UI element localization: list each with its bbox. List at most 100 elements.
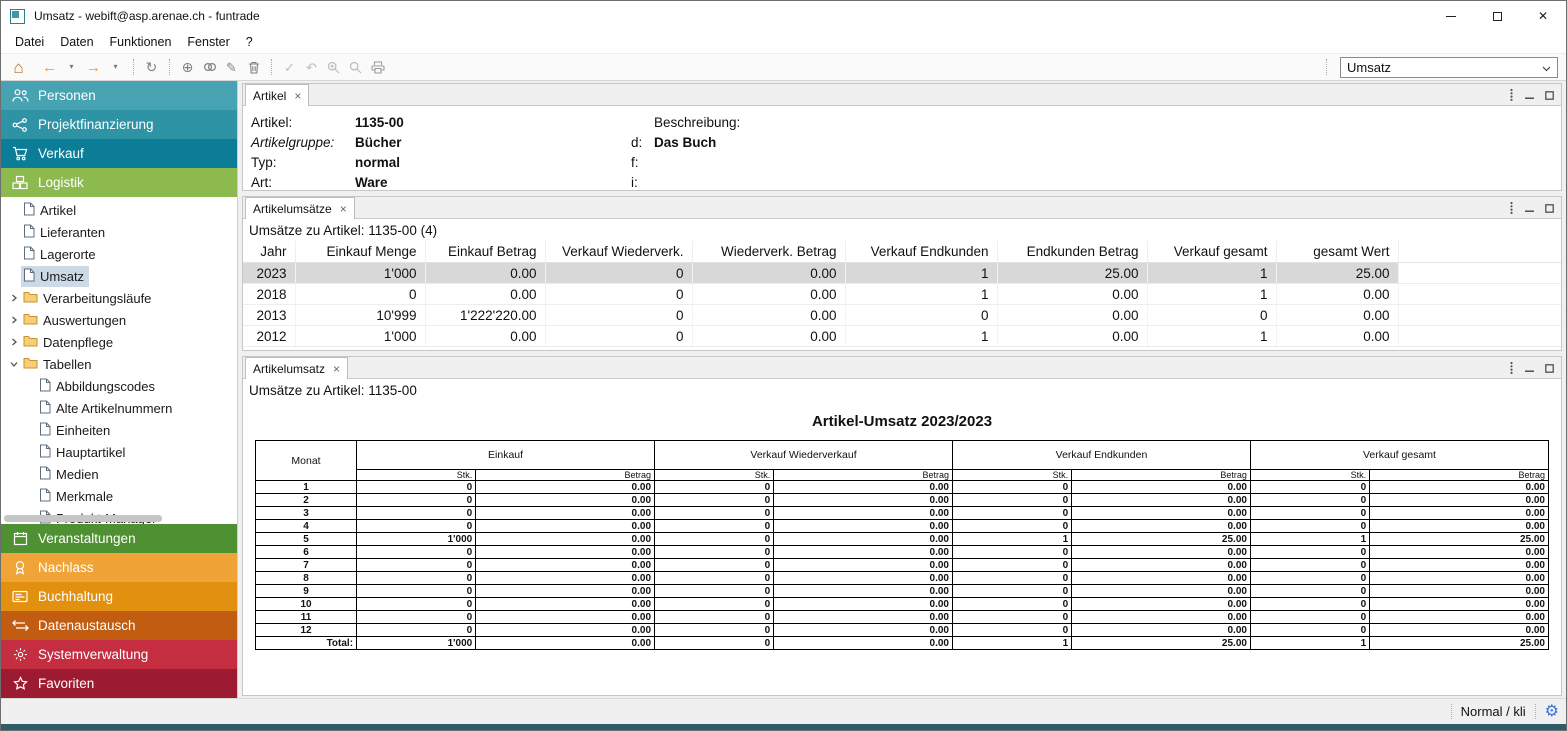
column-header-einkauf-betrag[interactable]: Einkauf Betrag — [425, 241, 545, 263]
report-cell: 0 — [655, 572, 774, 585]
sidebar-section-personen[interactable]: Personen — [1, 81, 237, 110]
sidebar-section-datenaustausch[interactable]: Datenaustausch — [1, 611, 237, 640]
settings-gear-icon[interactable]: ⚙ — [1545, 704, 1559, 720]
tree-item-hauptartikel[interactable]: Hauptartikel — [1, 441, 237, 463]
report-cell: 0 — [952, 546, 1071, 559]
panel-maximize-icon[interactable] — [1545, 204, 1554, 213]
menu-daten[interactable]: Daten — [52, 35, 101, 49]
column-header-verkauf-endkunden[interactable]: Verkauf Endkunden — [845, 241, 997, 263]
tree-item-umsatz[interactable]: Umsatz — [1, 265, 237, 287]
sidebar-section-nachlass[interactable]: Nachlass — [1, 553, 237, 582]
table-row[interactable]: 20231'0000.0000.00125.00125.00 — [243, 263, 1561, 284]
chevron-right-icon[interactable] — [6, 338, 21, 346]
chevron-right-icon[interactable] — [6, 294, 21, 302]
tree-item-merkmale[interactable]: Merkmale — [1, 485, 237, 507]
column-header-endkunden-betrag[interactable]: Endkunden Betrag — [997, 241, 1147, 263]
column-header-einkauf-menge[interactable]: Einkauf Menge — [295, 241, 425, 263]
panel-minimize-icon[interactable] — [1525, 364, 1534, 373]
menu-help[interactable]: ? — [238, 35, 261, 49]
search-icon[interactable] — [346, 57, 365, 77]
menu-fenster[interactable]: Fenster — [179, 35, 237, 49]
sidebar-section-label: Personen — [38, 88, 96, 103]
tree-item-auswertungen[interactable]: Auswertungen — [1, 309, 237, 331]
back-icon[interactable]: ← — [40, 57, 59, 77]
tree-item-medien[interactable]: Medien — [1, 463, 237, 485]
panel-maximize-icon[interactable] — [1545, 91, 1554, 100]
chevron-down-icon[interactable] — [6, 360, 21, 368]
forward-icon[interactable]: → — [84, 57, 103, 77]
edit-icon[interactable]: ✎ — [222, 57, 241, 77]
sidebar-section-verkauf[interactable]: Verkauf — [1, 139, 237, 168]
sidebar-section-favoriten[interactable]: Favoriten — [1, 669, 237, 698]
cell: 2013 — [243, 305, 295, 326]
undo-icon[interactable]: ↶ — [302, 57, 321, 77]
report-total-row: Total:1'0000.0000.00125.00125.00 — [256, 637, 1549, 650]
report-cell: 0.00 — [774, 624, 953, 637]
add-icon[interactable]: ⊕ — [178, 57, 197, 77]
copy-icon[interactable] — [200, 57, 219, 77]
tree-item-einheiten[interactable]: Einheiten — [1, 419, 237, 441]
menu-funktionen[interactable]: Funktionen — [102, 35, 180, 49]
tab-close-icon[interactable]: × — [294, 90, 301, 102]
chevron-right-icon[interactable] — [6, 316, 21, 324]
delete-icon[interactable] — [244, 57, 263, 77]
tree-item-lieferanten[interactable]: Lieferanten — [1, 221, 237, 243]
column-header-gesamt-wert[interactable]: gesamt Wert — [1276, 241, 1398, 263]
minimize-button[interactable] — [1428, 1, 1474, 31]
panel-minimize-icon[interactable] — [1525, 91, 1534, 100]
tree-item-datenpflege[interactable]: Datenpflege — [1, 331, 237, 353]
tree-item-lagerorte[interactable]: Lagerorte — [1, 243, 237, 265]
panel-menu-icon[interactable] — [1509, 361, 1514, 375]
logistik-tree: ArtikelLieferantenLagerorteUmsatzVerarbe… — [1, 197, 237, 524]
close-button[interactable]: ✕ — [1520, 1, 1566, 31]
toolbar-separator — [133, 59, 134, 75]
tree-item-artikel[interactable]: Artikel — [1, 199, 237, 221]
confirm-icon[interactable]: ✓ — [280, 57, 299, 77]
tab-close-icon[interactable]: × — [340, 203, 347, 215]
tree-item-abbildungscodes[interactable]: Abbildungscodes — [1, 375, 237, 397]
column-header-jahr[interactable]: Jahr — [243, 241, 295, 263]
report-cell: 0.00 — [1072, 520, 1251, 533]
status-mode: Normal / kli — [1461, 704, 1526, 719]
zoom-in-icon[interactable] — [324, 57, 343, 77]
print-icon[interactable] — [368, 57, 387, 77]
view-selector[interactable]: Umsatz — [1340, 57, 1558, 78]
maximize-button[interactable] — [1474, 1, 1520, 31]
sidebar-section-logistik[interactable]: Logistik — [1, 168, 237, 197]
menu-datei[interactable]: Datei — [7, 35, 52, 49]
report-cell: 0.00 — [476, 559, 655, 572]
panel-menu-icon[interactable] — [1509, 201, 1514, 215]
tree-item-verarbeitungslaeufe[interactable]: Verarbeitungsläufe — [1, 287, 237, 309]
tab-artikelumsaetze[interactable]: Artikelumsätze × — [245, 197, 355, 219]
report-header-einkauf: Einkauf — [357, 441, 655, 470]
tab-artikel[interactable]: Artikel × — [245, 84, 309, 106]
table-row[interactable]: 201800.0000.0010.0010.00 — [243, 284, 1561, 305]
refresh-icon[interactable]: ↻ — [142, 57, 161, 77]
tab-close-icon[interactable]: × — [333, 363, 340, 375]
panel-minimize-icon[interactable] — [1525, 204, 1534, 213]
back-dropdown-icon[interactable]: ▾ — [62, 57, 81, 77]
report-cell: 0 — [655, 494, 774, 507]
report-cell: 0.00 — [774, 611, 953, 624]
tree-hscrollbar[interactable] — [4, 515, 232, 522]
tree-item-tabellen[interactable]: Tabellen — [1, 353, 237, 375]
tab-artikelumsatz[interactable]: Artikelumsatz × — [245, 357, 348, 379]
sidebar-section-buchhaltung[interactable]: Buchhaltung — [1, 582, 237, 611]
column-header-verkauf-gesamt[interactable]: Verkauf gesamt — [1147, 241, 1276, 263]
table-row[interactable]: 20121'0000.0000.0010.0010.00 — [243, 326, 1561, 347]
panel-menu-icon[interactable] — [1509, 88, 1514, 102]
forward-dropdown-icon[interactable]: ▾ — [106, 57, 125, 77]
cell: 0 — [1147, 305, 1276, 326]
panel-maximize-icon[interactable] — [1545, 364, 1554, 373]
field-d: d:Das Buch — [631, 132, 740, 152]
column-header-wiederverk-betrag[interactable]: Wiederverk. Betrag — [692, 241, 845, 263]
sidebar-section-veranstaltungen[interactable]: Veranstaltungen — [1, 524, 237, 553]
sidebar-section-systemverwaltung[interactable]: Systemverwaltung — [1, 640, 237, 669]
sidebar-section-projektfinanzierung[interactable]: Projektfinanzierung — [1, 110, 237, 139]
tree-item-alte-artikelnummern[interactable]: Alte Artikelnummern — [1, 397, 237, 419]
table-row[interactable]: 201310'9991'222'220.0000.0000.0000.00 — [243, 305, 1561, 326]
home-icon[interactable]: ⌂ — [9, 57, 28, 77]
body: Personen ProjektfinanzierungVerkaufLogist… — [1, 81, 1566, 698]
tree-hscrollbar-thumb[interactable] — [4, 515, 162, 522]
column-header-verkauf-wiederverk[interactable]: Verkauf Wiederverk. — [545, 241, 692, 263]
